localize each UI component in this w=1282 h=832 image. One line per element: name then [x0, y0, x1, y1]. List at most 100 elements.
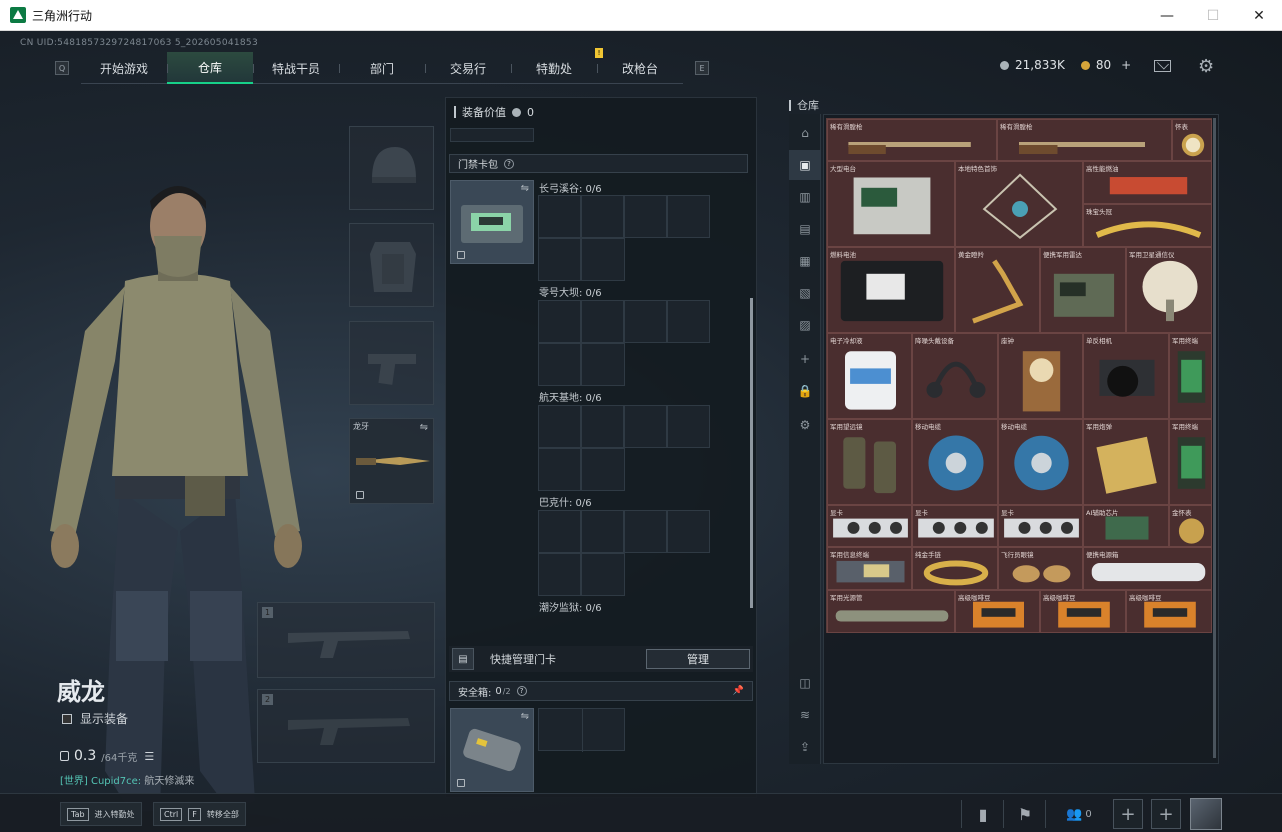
- keycard-cell[interactable]: [538, 343, 581, 386]
- avatar[interactable]: [1190, 798, 1222, 830]
- storage-item[interactable]: 军用终端: [1169, 333, 1212, 419]
- sidebar-storage-4-icon[interactable]: ▦: [789, 246, 821, 276]
- keycard-cell[interactable]: [624, 405, 667, 448]
- storage-item[interactable]: 大型电台: [827, 161, 955, 247]
- sidebar-layers-icon[interactable]: ≋: [789, 700, 821, 730]
- helmet-slot[interactable]: [349, 126, 434, 210]
- melee-slot[interactable]: 龙牙 ⇋: [349, 418, 434, 504]
- storage-item[interactable]: 显卡: [827, 505, 912, 547]
- storage-item[interactable]: 军用望远镜: [827, 419, 912, 505]
- storage-scrollbar[interactable]: [1213, 118, 1216, 758]
- storage-item[interactable]: 金怀表: [1169, 505, 1212, 547]
- keycard-cell[interactable]: [624, 510, 667, 553]
- sidebar-storage-3-icon[interactable]: ▤: [789, 214, 821, 244]
- primary-weapon-slot[interactable]: 1: [257, 602, 435, 678]
- keycard-cell[interactable]: [581, 343, 625, 386]
- keycard-cell[interactable]: [538, 238, 581, 281]
- pin-icon[interactable]: 📌: [733, 686, 744, 696]
- transfer-all-button[interactable]: Ctrl F 转移全部: [153, 802, 246, 826]
- sidebar-storage-6-icon[interactable]: ▨: [789, 310, 821, 340]
- keycard-cell[interactable]: [581, 553, 625, 596]
- storage-item[interactable]: 军用卫星通信仪: [1126, 247, 1212, 333]
- keycard-cell[interactable]: [624, 300, 667, 343]
- tab-special-ops[interactable]: 特勤处!: [511, 48, 603, 84]
- keycard-cell[interactable]: [581, 405, 624, 448]
- show-equipment-toggle[interactable]: 显示装备: [62, 710, 128, 727]
- storage-item[interactable]: 飞行员眼镜: [998, 547, 1083, 590]
- armor-slot[interactable]: [349, 223, 434, 307]
- manage-button[interactable]: 管理: [646, 649, 750, 669]
- keycard-cell[interactable]: [538, 405, 581, 448]
- storage-item[interactable]: 便携军用雷达: [1040, 247, 1126, 333]
- keycard-cell[interactable]: [581, 300, 624, 343]
- keycard-cell[interactable]: [667, 405, 710, 448]
- storage-item[interactable]: 军用终端: [1169, 419, 1212, 505]
- keycard-cell[interactable]: [667, 510, 710, 553]
- storage-item[interactable]: 军用光源管: [827, 590, 955, 633]
- keycard-cell[interactable]: [667, 195, 710, 238]
- panel-scrollbar[interactable]: [750, 298, 753, 608]
- storage-item[interactable]: 纯金手链: [912, 547, 998, 590]
- storage-item[interactable]: 显卡: [998, 505, 1083, 547]
- keycard-cell[interactable]: [581, 448, 625, 491]
- storage-item[interactable]: 军用信息终端: [827, 547, 912, 590]
- storage-item[interactable]: 珠宝头冠: [1083, 204, 1212, 247]
- storage-item[interactable]: 军用炮弹: [1083, 419, 1169, 505]
- minimize-button[interactable]: —: [1144, 0, 1190, 31]
- tab-department[interactable]: 部门: [339, 52, 425, 84]
- tab-operators[interactable]: 特战干员: [253, 52, 339, 84]
- safebox-slot[interactable]: ⇋: [450, 708, 534, 792]
- sidebar-storage-1-icon[interactable]: ▣: [789, 150, 821, 180]
- show-equipment-checkbox[interactable]: [62, 713, 72, 724]
- add-teammate-button[interactable]: +: [1151, 799, 1181, 829]
- tab-trading[interactable]: 交易行: [425, 52, 511, 84]
- keycard-cell[interactable]: [538, 300, 581, 343]
- secondary-weapon-slot[interactable]: 2: [257, 689, 435, 763]
- storage-item[interactable]: 高性能燃油: [1083, 161, 1212, 204]
- keycard-cell[interactable]: [538, 448, 581, 491]
- sidebar-add-icon[interactable]: +: [789, 344, 821, 374]
- keycard-cell[interactable]: [538, 195, 581, 238]
- keycard-case-slot[interactable]: ⇋: [450, 180, 534, 264]
- storage-item[interactable]: 单反相机: [1083, 333, 1169, 419]
- add-teammate-button[interactable]: +: [1113, 799, 1143, 829]
- storage-item[interactable]: 降噪头戴设备: [912, 333, 998, 419]
- sidebar-home-icon[interactable]: ⌂: [789, 118, 821, 148]
- storage-item[interactable]: 怀表: [1172, 119, 1212, 161]
- close-button[interactable]: ✕: [1236, 0, 1282, 31]
- storage-item[interactable]: 显卡: [912, 505, 998, 547]
- keycard-cell[interactable]: [581, 238, 625, 281]
- keycard-cell[interactable]: [538, 510, 581, 553]
- keycard-cell[interactable]: [538, 553, 581, 596]
- storage-item[interactable]: 高级咖啡豆: [1040, 590, 1126, 633]
- storage-item[interactable]: 移动电缆: [912, 419, 998, 505]
- nav-prev-key[interactable]: Q: [55, 61, 69, 75]
- storage-item[interactable]: 高级咖啡豆: [955, 590, 1040, 633]
- swap-icon[interactable]: ⇋: [521, 711, 529, 722]
- friends-button[interactable]: 👥 0: [1054, 798, 1104, 830]
- enter-special-ops-button[interactable]: Tab 进入特勤处: [60, 802, 142, 826]
- stats-chart-icon[interactable]: ▮: [966, 798, 1000, 830]
- storage-item[interactable]: 座钟: [998, 333, 1083, 419]
- sidebar-export-icon[interactable]: ⇪: [789, 732, 821, 762]
- mail-icon[interactable]: [1154, 60, 1171, 72]
- keycard-cell[interactable]: [581, 195, 624, 238]
- maximize-button[interactable]: ☐: [1190, 0, 1236, 31]
- keycard-cell[interactable]: [667, 300, 710, 343]
- help-icon[interactable]: ?: [504, 158, 514, 169]
- help-icon[interactable]: ?: [516, 686, 527, 696]
- storage-item[interactable]: 燃料电池: [827, 247, 955, 333]
- add-currency-button[interactable]: +: [1121, 58, 1131, 72]
- tab-storage[interactable]: 仓库: [167, 52, 253, 84]
- keycard-cell[interactable]: [624, 195, 667, 238]
- storage-item[interactable]: 本地特色首饰: [955, 161, 1083, 247]
- flag-icon[interactable]: ⚑: [1008, 798, 1042, 830]
- storage-item[interactable]: 稀有滑膛枪: [997, 119, 1172, 161]
- settings-gear-icon[interactable]: ⚙: [1198, 56, 1214, 77]
- sidebar-lock-icon[interactable]: 🔒: [789, 376, 821, 406]
- storage-item[interactable]: 便携电源箱: [1083, 547, 1212, 590]
- storage-item[interactable]: 高级咖啡豆: [1126, 590, 1212, 633]
- storage-item[interactable]: 电子冷却液: [827, 333, 912, 419]
- chat-line[interactable]: [世界] Cupid7ce: 航天修滅来: [60, 772, 194, 787]
- storage-item[interactable]: 黄金瞪羚: [955, 247, 1040, 333]
